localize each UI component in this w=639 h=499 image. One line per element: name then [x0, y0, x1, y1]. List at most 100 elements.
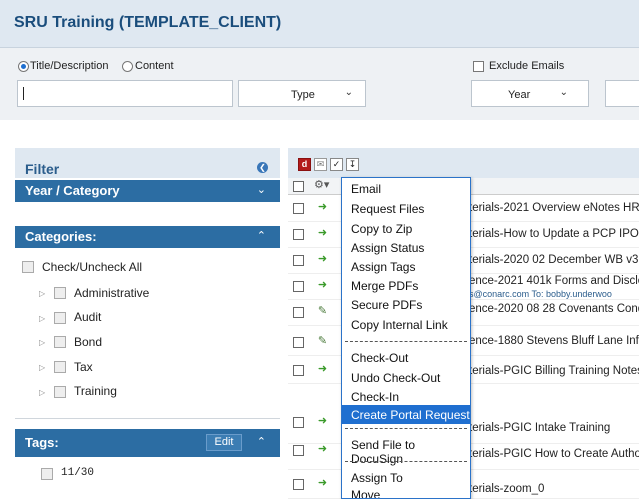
go-icon: ➜ — [317, 477, 328, 489]
category-tax: Tax — [74, 360, 93, 374]
row-checkbox[interactable] — [293, 479, 304, 490]
expand-caret-icon[interactable]: ▷ — [39, 289, 45, 298]
exclude-emails-checkbox[interactable] — [473, 61, 484, 72]
row-checkbox[interactable] — [293, 203, 304, 214]
go-icon: ➜ — [317, 253, 328, 265]
row-checkbox[interactable] — [293, 307, 304, 318]
year-category-bar[interactable]: Year / Category ⌄ — [15, 180, 280, 202]
row-checkbox[interactable] — [293, 255, 304, 266]
row-title: terials-2020 02 December WB v3 iC — [469, 254, 639, 266]
menu-item-copy-internal-link[interactable]: Copy Internal Link — [342, 315, 470, 334]
categories-bar[interactable]: Categories: ⌃ — [15, 226, 280, 248]
menu-item-secure-pdfs[interactable]: Secure PDFs — [342, 295, 470, 314]
gear-icon[interactable]: ⚙▾ — [314, 178, 329, 191]
row-title: terials-PGIC How to Create Authoriz — [469, 448, 639, 460]
tag-checkbox[interactable] — [41, 468, 53, 480]
search-input[interactable] — [17, 80, 233, 107]
check-doc-icon[interactable]: ✓ — [330, 158, 343, 171]
document-toolbar: d ✉ ✓ ↧ — [288, 148, 639, 178]
go-icon: ➜ — [317, 279, 328, 291]
chevrons-up-icon: ⌃ — [256, 230, 266, 242]
menu-item-email[interactable]: Email — [342, 179, 470, 198]
expand-caret-icon[interactable]: ▷ — [39, 314, 45, 323]
type-dropdown[interactable]: Type ⌄ — [238, 80, 366, 107]
menu-item-label: Request Files — [351, 202, 425, 216]
menu-item-assign-status[interactable]: Assign Status — [342, 238, 470, 257]
menu-item-move[interactable]: Move — [342, 485, 470, 499]
radio-title-description-label: Title/Description — [30, 60, 109, 72]
pdf-icon[interactable]: d — [298, 158, 311, 171]
category-administrative: Administrative — [74, 286, 150, 300]
context-menu: Email Request Files Copy to Zip Assign S… — [341, 177, 471, 499]
row-checkbox[interactable] — [293, 365, 304, 376]
row-title: terials-PGIC Intake Training — [469, 422, 611, 434]
menu-item-copy-to-zip[interactable]: Copy to Zip — [342, 219, 470, 238]
tags-edit-button[interactable]: Edit — [206, 434, 242, 451]
menu-item-label: Assign Status — [351, 241, 425, 255]
email-icon[interactable]: ✉ — [314, 158, 327, 171]
expand-caret-icon[interactable]: ▷ — [39, 363, 45, 372]
expand-caret-icon[interactable]: ▷ — [39, 338, 45, 347]
menu-item-merge-pdfs[interactable]: Merge PDFs — [342, 276, 470, 295]
menu-item-check-in[interactable]: Check-In — [342, 387, 470, 406]
menu-item-check-out[interactable]: Check-Out — [342, 348, 470, 367]
row-checkbox[interactable] — [293, 445, 304, 456]
chevrons-down-icon: ⌄ — [256, 184, 266, 196]
menu-item-label: Move — [351, 488, 381, 499]
tags-label: Tags: — [25, 435, 59, 450]
menu-item-assign-tags[interactable]: Assign Tags — [342, 257, 470, 276]
menu-item-label: Copy to Zip — [351, 222, 413, 236]
download-doc-icon[interactable]: ↧ — [346, 158, 359, 171]
check-all-checkbox[interactable] — [22, 261, 34, 273]
tags-bar[interactable]: Tags: Edit ⌃ — [15, 429, 280, 457]
category-checkbox[interactable] — [54, 336, 66, 348]
filter-header: Filter ❮ — [15, 148, 280, 178]
category-checkbox[interactable] — [54, 386, 66, 398]
year-dropdown[interactable]: Year ⌄ — [471, 80, 589, 107]
go-icon: ➜ — [317, 227, 328, 239]
category-audit: Audit — [74, 310, 102, 324]
category-checkbox[interactable] — [54, 312, 66, 324]
menu-item-create-portal-request[interactable]: Create Portal Request — [342, 405, 470, 424]
category-checkbox[interactable] — [54, 287, 66, 299]
select-all-checkbox[interactable] — [293, 181, 304, 192]
expand-caret-icon[interactable]: ▷ — [39, 388, 45, 397]
radio-content-label: Content — [135, 60, 174, 72]
chevron-down-icon: ⌄ — [559, 87, 568, 98]
collapse-left-icon[interactable]: ❮ — [257, 162, 268, 173]
row-title: ence-2020 08 28 Covenants Conditi — [469, 303, 639, 315]
menu-item-label: Undo Check-Out — [351, 371, 441, 385]
row-checkbox[interactable] — [293, 417, 304, 428]
row-checkbox[interactable] — [293, 337, 304, 348]
app-title: SRU Training (TEMPLATE_CLIENT) — [14, 14, 282, 31]
more-dropdown[interactable] — [605, 80, 639, 107]
menu-item-send-to-docusign[interactable]: Send File to DocuSign — [342, 435, 470, 466]
menu-item-label: Copy Internal Link — [351, 318, 448, 332]
menu-item-label: Email — [351, 182, 382, 196]
menu-item-label: Create Portal Request — [351, 408, 470, 422]
menu-item-label: Check-Out — [351, 351, 409, 365]
chevron-down-icon: ⌄ — [344, 87, 353, 98]
edit-icon: ✎ — [317, 335, 328, 347]
row-email-meta: s@conarc.com To: bobby.underwoo — [469, 289, 612, 299]
row-checkbox[interactable] — [293, 281, 304, 292]
go-icon: ➜ — [317, 415, 328, 427]
filter-title: Filter — [25, 161, 60, 177]
app-header: SRU Training (TEMPLATE_CLIENT) — [0, 0, 639, 48]
row-title: terials-2021 Overview eNotes HR Pl — [469, 202, 639, 214]
menu-divider — [345, 341, 467, 342]
go-icon: ➜ — [317, 443, 328, 455]
menu-item-request-files[interactable]: Request Files — [342, 199, 470, 218]
radio-title-description[interactable] — [18, 61, 29, 72]
check-all-label: Check/Uncheck All — [42, 260, 143, 274]
type-dropdown-label: Type — [291, 89, 315, 101]
row-title: ence-2021 401k Forms and Disclosu — [469, 275, 639, 287]
radio-content[interactable] — [122, 61, 133, 72]
edit-icon: ✎ — [317, 305, 328, 317]
menu-item-undo-check-out[interactable]: Undo Check-Out — [342, 368, 470, 387]
category-checkbox[interactable] — [54, 361, 66, 373]
tag-11-30: 11/30 — [61, 467, 95, 479]
year-category-label: Year / Category — [25, 183, 120, 198]
categories-label: Categories: — [25, 229, 97, 244]
row-checkbox[interactable] — [293, 229, 304, 240]
